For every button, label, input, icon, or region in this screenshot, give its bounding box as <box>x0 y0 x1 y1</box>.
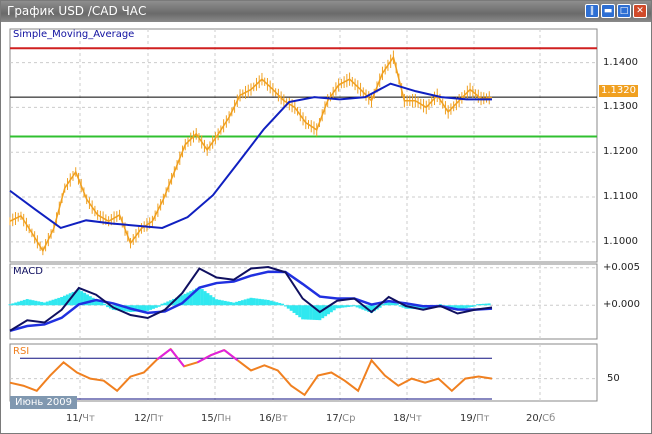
date-axis-label: 20/Сб <box>526 413 556 424</box>
date-axis-label: 17/Ср <box>326 413 356 424</box>
date-axis-label: 16/Вт <box>259 413 288 424</box>
price-axis-label: 1.1300 <box>603 101 638 113</box>
month-label: Июнь 2009 <box>10 396 77 409</box>
rsi-axis-label: 50 <box>607 372 620 384</box>
price-axis-label: 1.1100 <box>603 191 638 203</box>
price-axis-label: 1.1000 <box>603 235 638 247</box>
chart-canvas[interactable] <box>0 0 652 434</box>
price-axis-label: 1.1400 <box>603 56 638 68</box>
panel-frame <box>9 28 598 263</box>
macd-axis-label: +0.000 <box>603 299 641 311</box>
date-axis-label: 12/Пт <box>134 413 164 424</box>
date-axis-label: 19/Пт <box>460 413 490 424</box>
date-axis-label: 18/Чт <box>393 413 422 424</box>
date-axis-label: 11/Чт <box>66 413 95 424</box>
macd-axis-label: +0.005 <box>603 261 641 273</box>
price-axis-label: 1.1200 <box>603 146 638 158</box>
macd-panel-title: MACD <box>13 266 43 277</box>
date-axis-label: 15/Пн <box>201 413 232 424</box>
current-price-tag: 1.1320 <box>599 85 638 97</box>
price-panel-title: Simple_Moving_Average <box>13 29 135 40</box>
rsi-panel-title: RSI <box>13 346 30 357</box>
panel-frame <box>9 343 598 402</box>
